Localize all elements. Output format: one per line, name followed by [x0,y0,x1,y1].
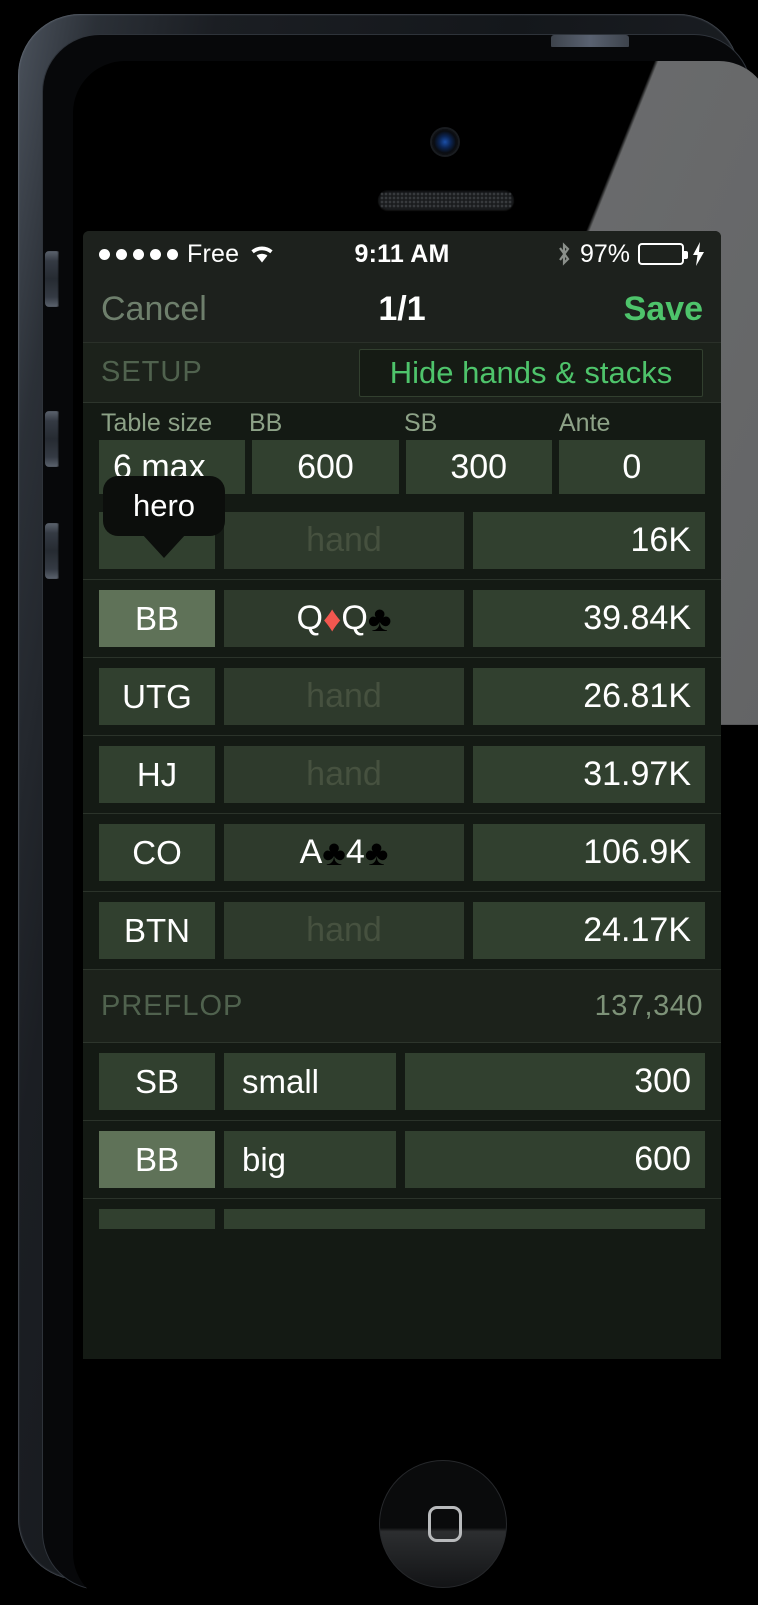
bb-input[interactable]: 600 [252,440,399,494]
wifi-icon [248,243,276,265]
save-button[interactable]: Save [426,290,703,329]
table-size-label: Table size [101,409,213,437]
volume-up-button[interactable] [45,411,59,467]
hand-field[interactable]: hand [224,512,464,569]
card-rank: 4 [345,833,365,871]
carrier-label: Free [187,239,240,268]
hand-field[interactable]: hand [224,746,464,803]
position-button[interactable]: UTG [99,668,215,725]
position-button[interactable]: CO [99,824,215,881]
front-camera-icon [432,129,458,155]
clock-label: 9:11 AM [354,239,450,268]
table-row: UTG hand 26.81K [83,657,721,735]
phone-body: Free 9:11 AM 97% Cancel 1/1 Save SETUP H… [42,34,758,1605]
page-title: 1/1 [378,290,426,328]
stack-field[interactable]: 24.17K [473,902,705,959]
table-row: CO A ♣ 4 ♣ 106.9K [83,813,721,891]
action-row-partial [83,1198,721,1239]
setup-section-title: SETUP [101,356,203,388]
stack-field[interactable]: 16K [473,512,705,569]
club-suit-icon: ♣ [364,831,389,873]
card-rank: Q [296,599,323,637]
hide-hands-and-stacks-button[interactable]: Hide hands & stacks [359,348,703,397]
action-label[interactable]: big [224,1131,396,1188]
table-row: HJ hand 31.97K [83,735,721,813]
hero-tooltip: hero [103,476,226,558]
preflop-section-header: PREFLOP 137,340 [83,969,721,1043]
stack-field[interactable]: 31.97K [473,746,705,803]
position-button[interactable]: HJ [99,746,215,803]
sb-label: SB [404,409,438,437]
table-row: BTN hand 24.17K [83,891,721,969]
card-rank: A [299,833,323,871]
card-rank: Q [341,599,368,637]
status-bar-right: 97% [449,240,705,269]
mute-switch[interactable] [45,251,59,307]
app-screen: Free 9:11 AM 97% Cancel 1/1 Save SETUP H… [83,231,721,1359]
home-button[interactable] [379,1460,507,1588]
position-button[interactable]: BTN [99,902,215,959]
club-suit-icon: ♣ [322,831,346,873]
hero-tooltip-pointer [142,534,187,558]
diamond-suit-icon: ♦ [323,597,342,639]
hero-tooltip-label: hero [103,476,226,536]
position-button[interactable]: SB [99,1053,215,1110]
stack-field[interactable]: 39.84K [473,590,705,647]
hand-field[interactable]: Q ♦ Q ♣ [224,590,464,647]
action-label[interactable]: small [224,1053,396,1110]
battery-icon [638,243,688,265]
club-suit-icon: ♣ [367,597,392,639]
hand-field[interactable]: hand [224,668,464,725]
amount-field[interactable]: 600 [405,1131,705,1188]
volume-down-button[interactable] [45,523,59,579]
action-row: BB big 600 [83,1120,721,1198]
ante-input[interactable]: 0 [558,440,705,494]
position-button[interactable] [99,1209,215,1229]
preflop-section-title: PREFLOP [101,989,244,1022]
action-label[interactable] [224,1209,705,1229]
signal-strength-icon [99,248,178,260]
action-row: SB small 300 [83,1043,721,1120]
ante-label: Ante [559,409,611,437]
status-bar-left: Free [99,240,355,269]
table-row: hand 16K hero [83,476,721,579]
bluetooth-icon [556,241,572,267]
power-button[interactable] [551,35,629,47]
pot-total-label: 137,340 [594,989,703,1022]
stack-field[interactable]: 106.9K [473,824,705,881]
position-button[interactable]: BB [99,1131,215,1188]
hand-field[interactable]: hand [224,902,464,959]
hand-field[interactable]: A ♣ 4 ♣ [224,824,464,881]
amount-field[interactable]: 300 [405,1053,705,1110]
navigation-bar: Cancel 1/1 Save [83,277,721,343]
setup-section-header: SETUP Hide hands & stacks [83,343,721,403]
status-bar: Free 9:11 AM 97% [83,231,721,277]
lightning-bolt-icon [692,242,705,266]
table-row: BB Q ♦ Q ♣ 39.84K [83,579,721,657]
battery-percent-label: 97% [579,239,630,268]
cancel-button[interactable]: Cancel [101,290,378,329]
sb-input[interactable]: 300 [405,440,552,494]
home-square-icon [428,1506,462,1542]
phone-frame: Free 9:11 AM 97% Cancel 1/1 Save SETUP H… [18,14,758,1605]
stack-field[interactable]: 26.81K [473,668,705,725]
setup-field-labels: Table size BB SB Ante [99,409,705,440]
bb-label: BB [249,409,283,437]
earpiece-speaker [378,190,514,210]
position-button[interactable]: BB [99,590,215,647]
